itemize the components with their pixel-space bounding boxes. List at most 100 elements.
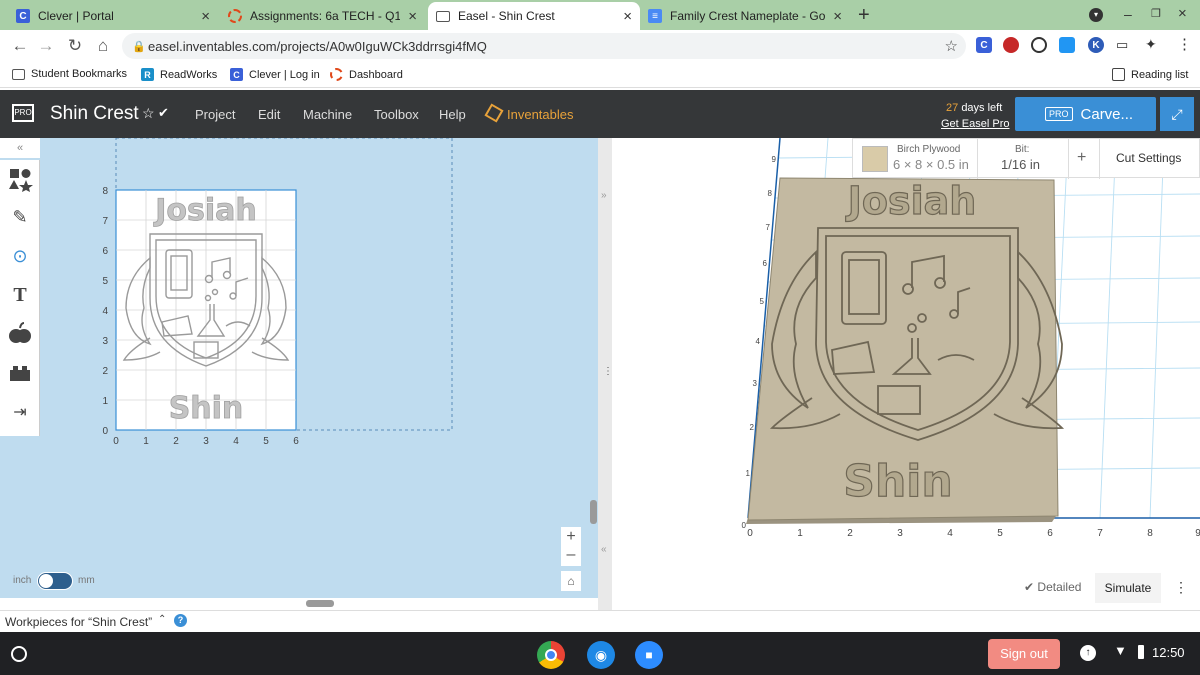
close-icon[interactable]: × [408, 8, 417, 25]
new-tab-icon[interactable]: + [858, 4, 870, 27]
bookmark-dashboard[interactable]: Dashboard [330, 68, 403, 81]
tab-easel-shin-crest[interactable]: Easel - Shin Crest × [428, 2, 640, 30]
extension-icon[interactable] [1059, 37, 1075, 53]
material-name[interactable]: Birch Plywood [897, 144, 960, 155]
zoom-out-icon[interactable]: – [561, 546, 581, 566]
cast-icon[interactable]: ▭ [1116, 37, 1128, 53]
google-docs-icon: ≡ [648, 9, 662, 23]
brick-icon[interactable] [0, 354, 40, 392]
chevron-up-icon[interactable]: ⌃ [158, 614, 166, 625]
pro-logo: PRO [12, 104, 34, 122]
simulate-button[interactable]: Simulate [1095, 573, 1161, 603]
more-options-icon[interactable]: ⋮ [1174, 579, 1188, 596]
battery-icon[interactable] [1138, 645, 1144, 659]
detailed-toggle[interactable]: ✔ Detailed [1024, 580, 1081, 594]
design-canvas-panel[interactable]: Josiah Shin 8 7 6 5 4 3 2 1 0 0 1 2 3 4 … [0, 138, 600, 607]
zoom-in-icon[interactable]: + [561, 527, 581, 547]
menu-icon[interactable]: ⋮ [1177, 35, 1192, 53]
horizontal-scrollbar[interactable] [306, 600, 334, 607]
forward-icon[interactable]: → [32, 36, 60, 56]
close-icon[interactable]: × [623, 8, 632, 25]
carve-button[interactable]: PRO Carve... [1015, 97, 1156, 131]
unit-mm-label: mm [78, 575, 95, 586]
project-title[interactable]: Shin Crest [50, 103, 139, 125]
extension-icon[interactable] [1003, 37, 1019, 53]
add-bit-button[interactable]: + [1077, 149, 1086, 167]
y-tick: 2 [102, 366, 108, 377]
x-tick: 4 [233, 436, 239, 447]
x-tick: 2 [173, 436, 179, 447]
home-view-icon[interactable]: ⌂ [561, 571, 581, 591]
y-tick: 6 [102, 246, 108, 257]
minimize-icon[interactable]: – [1124, 6, 1132, 22]
home-icon[interactable]: ⌂ [89, 36, 117, 56]
clock[interactable]: 12:50 [1152, 645, 1185, 660]
workpieces-label[interactable]: Workpieces for “Shin Crest” [5, 615, 152, 629]
material-swatch[interactable] [862, 146, 888, 172]
target-icon[interactable]: ⊙ [0, 237, 40, 275]
tab-title: Family Crest Nameplate - Googl [670, 9, 826, 23]
menu-edit[interactable]: Edit [258, 107, 280, 122]
bookmark-student[interactable]: Student Bookmarks [12, 68, 127, 80]
extension-icon[interactable]: K [1088, 37, 1104, 53]
help-icon[interactable]: ? [174, 614, 187, 627]
menu-help[interactable]: Help [439, 107, 466, 122]
pen-icon[interactable]: ✎ [0, 198, 40, 236]
collapse-toolbar-icon[interactable]: « [0, 138, 40, 158]
text-icon[interactable]: T [0, 276, 40, 314]
preview-panel[interactable]: Josiah Shin 0 1 2 3 4 5 6 7 8 9 9 8 7 6 … [612, 138, 1200, 610]
easel-header: PRO Shin Crest ☆ ✔ Project Edit Machine … [0, 90, 1200, 138]
clever-extension-icon[interactable]: C [976, 37, 992, 53]
y-tick: 8 [102, 186, 108, 197]
address-bar[interactable]: 🔒 easel.inventables.com/projects/A0w0Igu… [122, 33, 966, 59]
close-icon[interactable]: × [201, 8, 210, 25]
get-easel-pro-link[interactable]: Get Easel Pro [941, 118, 1009, 130]
upload-icon[interactable]: ↑ [1080, 645, 1096, 661]
wifi-icon[interactable]: ▼ [1114, 643, 1127, 658]
star-outline-icon[interactable]: ☆ [142, 105, 155, 122]
apple-icon[interactable] [0, 315, 40, 353]
menu-inventables[interactable]: Inventables [507, 107, 574, 122]
tab-family-crest[interactable]: ≡ Family Crest Nameplate - Googl × [640, 2, 850, 30]
sign-out-button[interactable]: Sign out [988, 639, 1060, 669]
cut-settings-button[interactable]: Cut Settings [1116, 151, 1181, 165]
bit-value[interactable]: 1/16 in [1001, 157, 1040, 172]
tab-search-icon[interactable]: ▾ [1089, 8, 1103, 22]
menu-machine[interactable]: Machine [303, 107, 352, 122]
menu-toolbox[interactable]: Toolbox [374, 107, 419, 122]
expand-left-icon[interactable]: « [601, 544, 607, 555]
design-bottom-name[interactable]: Shin [168, 391, 244, 427]
reload-icon[interactable]: ↻ [61, 36, 89, 56]
preview-canvas[interactable]: Josiah Shin 0 1 2 3 4 5 6 7 8 9 9 8 7 6 … [612, 138, 1200, 610]
expand-right-icon[interactable]: » [601, 190, 607, 201]
expand-icon[interactable]: ⤢ [1160, 97, 1194, 131]
vertical-scrollbar[interactable] [590, 500, 597, 524]
reading-list[interactable]: Reading list [1112, 68, 1188, 81]
y-tick: 3 [102, 336, 108, 347]
design-top-name[interactable]: Josiah [153, 193, 257, 229]
import-icon[interactable]: ⇥ [0, 393, 40, 431]
bookmark-star-icon[interactable]: ☆ [945, 37, 958, 55]
bookmark-label: Clever | Log in [249, 68, 320, 81]
shapes-icon[interactable] [0, 160, 40, 198]
unit-toggle[interactable] [37, 572, 73, 590]
design-canvas[interactable]: Josiah Shin 8 7 6 5 4 3 2 1 0 0 1 2 3 4 … [0, 138, 600, 598]
menu-project[interactable]: Project [195, 107, 235, 122]
tab-clever-portal[interactable]: C Clever | Portal × [8, 2, 218, 30]
bookmark-clever[interactable]: C Clever | Log in [230, 68, 320, 81]
bookmark-readworks[interactable]: R ReadWorks [141, 68, 217, 81]
close-window-icon[interactable]: × [1178, 5, 1187, 22]
extension-icon[interactable] [1031, 37, 1047, 53]
tab-assignments[interactable]: Assignments: 6a TECH - Q1-Q2 - × [220, 2, 425, 30]
puzzle-icon[interactable]: ✦ [1145, 36, 1157, 53]
zoom-app-icon[interactable]: ■ [635, 641, 663, 669]
x-tick: 1 [797, 528, 803, 539]
camera-icon[interactable]: ◉ [587, 641, 615, 669]
material-dims[interactable]: 6 × 8 × 0.5 in [893, 157, 969, 172]
launcher-icon[interactable] [11, 646, 27, 662]
panel-splitter[interactable]: » ⋮ « [598, 138, 613, 610]
chrome-icon[interactable] [537, 641, 565, 669]
restore-icon[interactable]: ❐ [1151, 7, 1161, 20]
close-icon[interactable]: × [833, 8, 842, 25]
back-icon[interactable]: ← [6, 36, 34, 56]
